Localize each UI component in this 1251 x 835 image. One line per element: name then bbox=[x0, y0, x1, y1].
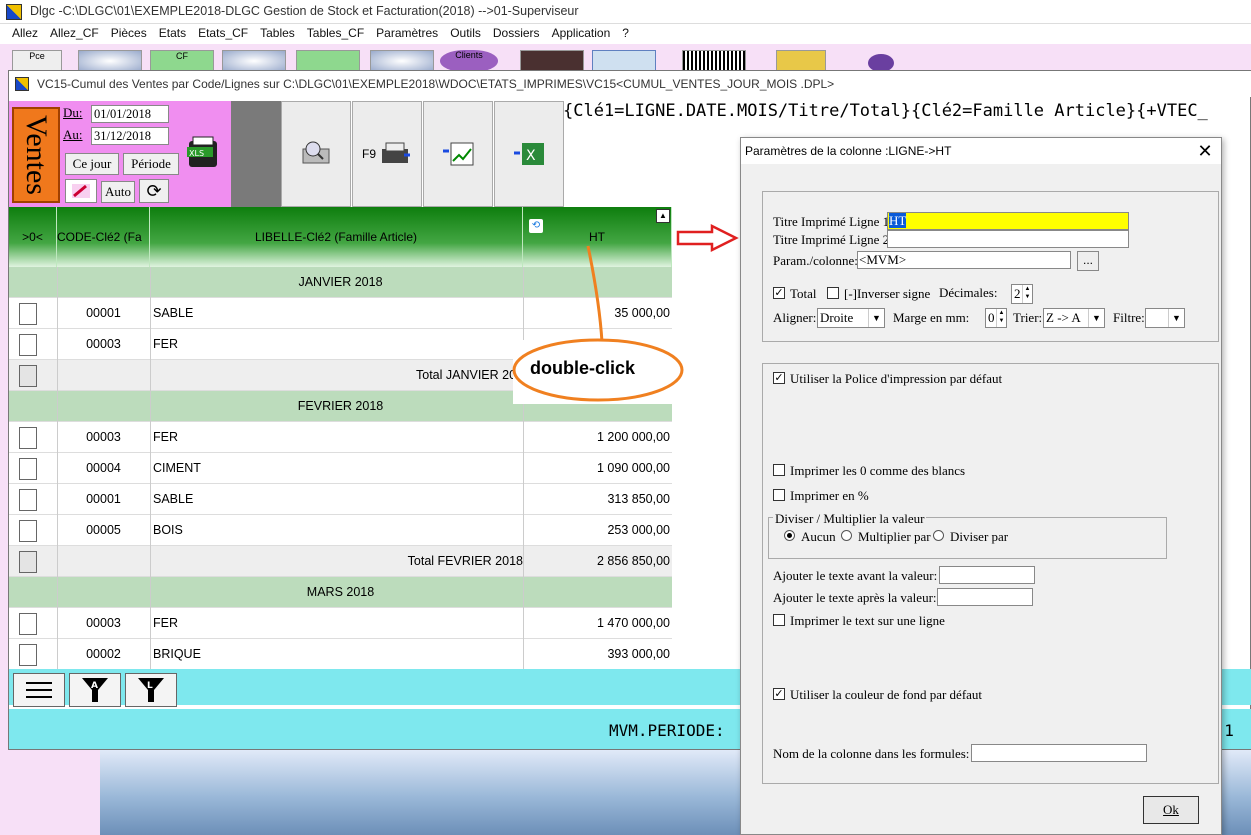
couleur-checkbox[interactable]: ✓ bbox=[773, 688, 785, 700]
trier-label: Trier: bbox=[1013, 310, 1043, 325]
une-ligne-checkbox[interactable] bbox=[773, 614, 785, 626]
aligner-label: Aligner: bbox=[773, 310, 817, 325]
trier-value: Z -> A bbox=[1046, 310, 1081, 325]
chevron-down-icon: ▼ bbox=[868, 309, 884, 327]
ok-button[interactable]: Ok bbox=[1143, 796, 1199, 824]
inverser-label: [-]Inverser signe bbox=[844, 286, 931, 301]
titre2-label: Titre Imprimé Ligne 2: bbox=[773, 232, 893, 247]
zero-blank-checkbox[interactable] bbox=[773, 464, 785, 476]
police-label: Utiliser la Police d'impression par défa… bbox=[790, 371, 1003, 386]
inverser-checkbox[interactable] bbox=[827, 287, 839, 299]
param-browse-button[interactable]: ... bbox=[1077, 251, 1099, 271]
avant-label: Ajouter le texte avant la valeur: bbox=[773, 568, 938, 583]
trier-select[interactable]: Z -> A ▼ bbox=[1043, 308, 1105, 328]
dialog-titlebar: Paramètres de la colonne :LIGNE->HT ✕ bbox=[741, 138, 1221, 164]
decimales-label: Décimales: bbox=[939, 285, 998, 300]
aligner-value: Droite bbox=[820, 310, 854, 325]
apres-field[interactable] bbox=[937, 588, 1033, 606]
marge-label: Marge en mm: bbox=[893, 310, 970, 325]
diviser-label: Diviser par bbox=[950, 529, 1009, 544]
total-label: Total bbox=[790, 286, 817, 301]
column-settings-dialog: Paramètres de la colonne :LIGNE->HT ✕ Ti… bbox=[740, 137, 1222, 835]
double-click-annotation: double-click bbox=[530, 358, 636, 378]
total-checkbox[interactable]: ✓ bbox=[773, 287, 785, 299]
apres-label: Ajouter le texte après la valeur: bbox=[773, 590, 937, 605]
marge-value: 0 bbox=[988, 310, 995, 325]
param-field[interactable]: <MVM> bbox=[857, 251, 1071, 269]
close-icon[interactable]: ✕ bbox=[1193, 140, 1217, 162]
filtre-label: Filtre: bbox=[1113, 310, 1145, 325]
titre1-field[interactable]: HT bbox=[887, 212, 1129, 230]
decimales-value: 2 bbox=[1014, 286, 1021, 301]
multiplier-label: Multiplier par bbox=[858, 529, 931, 544]
avant-field[interactable] bbox=[939, 566, 1035, 584]
chevron-down-icon: ▼ bbox=[1168, 309, 1184, 327]
spinner-arrows-icon[interactable]: ▲ ▼ bbox=[996, 309, 1006, 327]
aucun-radio[interactable] bbox=[784, 530, 795, 541]
filtre-select[interactable]: ▼ bbox=[1145, 308, 1185, 328]
police-checkbox[interactable]: ✓ bbox=[773, 372, 785, 384]
diviser-group-label: Diviser / Multiplier la valeur bbox=[773, 511, 927, 527]
aligner-select[interactable]: Droite ▼ bbox=[817, 308, 885, 328]
couleur-label: Utiliser la couleur de fond par défaut bbox=[790, 687, 983, 702]
multiplier-radio[interactable] bbox=[841, 530, 852, 541]
titre2-field[interactable] bbox=[887, 230, 1129, 248]
titre1-label: Titre Imprimé Ligne 1: bbox=[773, 214, 893, 229]
spinner-arrows-icon[interactable]: ▲ ▼ bbox=[1022, 285, 1032, 303]
marge-spinner[interactable]: 0 ▲ ▼ bbox=[985, 308, 1007, 328]
annotation-line bbox=[586, 245, 604, 343]
percent-checkbox[interactable] bbox=[773, 489, 785, 501]
decimales-spinner[interactable]: 2 ▲ ▼ bbox=[1011, 284, 1033, 304]
red-arrow-icon bbox=[676, 223, 739, 253]
dialog-title: Paramètres de la colonne :LIGNE->HT bbox=[745, 144, 952, 158]
zero-blank-label: Imprimer les 0 comme des blancs bbox=[790, 463, 966, 478]
param-label: Param./colonne: bbox=[773, 253, 858, 268]
titre1-value: HT bbox=[889, 213, 907, 228]
une-ligne-label: Imprimer le text sur une ligne bbox=[790, 613, 945, 628]
nom-field[interactable] bbox=[971, 744, 1147, 762]
percent-label: Imprimer en % bbox=[790, 488, 869, 503]
aucun-label: Aucun bbox=[801, 529, 836, 544]
nom-label: Nom de la colonne dans les formules: bbox=[773, 746, 970, 761]
diviser-radio[interactable] bbox=[933, 530, 944, 541]
chevron-down-icon: ▼ bbox=[1088, 309, 1104, 327]
